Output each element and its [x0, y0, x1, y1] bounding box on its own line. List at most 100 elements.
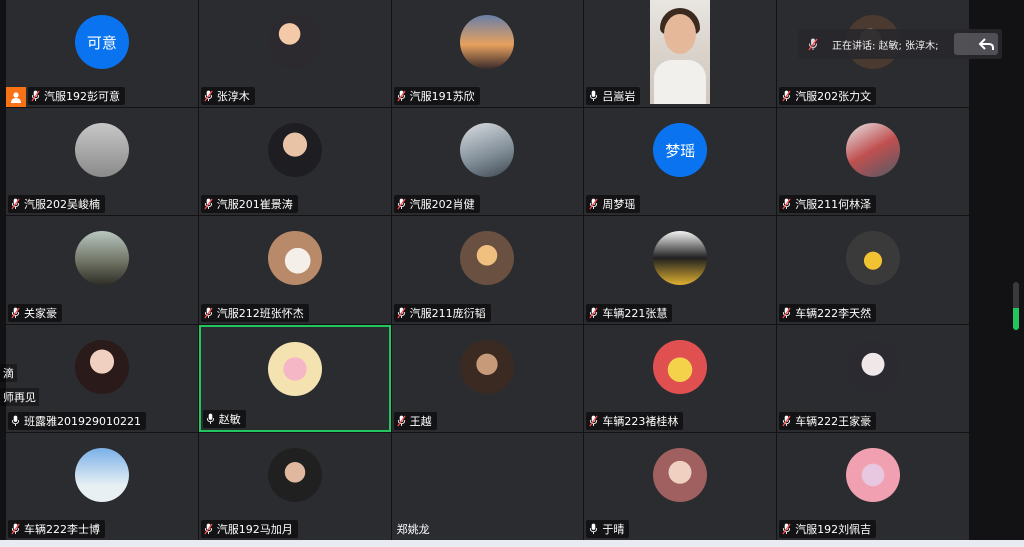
- participant-name: 车辆222李天然: [795, 306, 872, 320]
- speaking-indicator: 正在讲话: 赵敏; 张淳木;: [798, 29, 1002, 59]
- participant-name-bar: 汽服202张力文: [779, 87, 877, 106]
- participant-name-bar: 关家豪: [8, 303, 62, 322]
- participant-tile[interactable]: 汽服191苏欣: [391, 0, 584, 108]
- participant-tile[interactable]: 汽服192马加月: [198, 432, 391, 540]
- avatar: [846, 339, 901, 394]
- participant-name: 班露雅201929010221: [24, 414, 141, 428]
- avatar-photo: [460, 123, 515, 178]
- back-arrow-icon: [978, 38, 994, 50]
- participant-name-bar: 车辆222王家豪: [779, 411, 877, 430]
- participant-tile[interactable]: 汽服201崔景涛: [198, 108, 391, 216]
- participant-name-bar: 赵敏: [202, 409, 246, 428]
- speaking-panel-collapse-button[interactable]: [954, 33, 998, 55]
- mic-muted-icon: [204, 198, 213, 210]
- avatar-photo: [653, 231, 708, 286]
- avatar: [74, 123, 129, 178]
- mic-volume-slider[interactable]: [1013, 282, 1019, 330]
- avatar: [267, 231, 322, 286]
- avatar: [846, 447, 901, 502]
- avatar: [267, 447, 322, 502]
- participant-tile[interactable]: 可意 汽服192彭可意: [6, 0, 198, 108]
- participant-name: 车辆222王家豪: [795, 414, 872, 428]
- participant-name-bar: 车辆222李士博: [8, 519, 105, 538]
- participant-name-bar: 汽服212班张怀杰: [200, 303, 309, 322]
- mic-muted-icon: [782, 415, 791, 427]
- participant-video: [650, 0, 711, 104]
- participant-name: 汽服192刘佩吉: [795, 522, 872, 536]
- mic-muted-icon: [782, 523, 791, 535]
- mic-muted-icon: [204, 523, 213, 535]
- avatar: [74, 339, 129, 394]
- avatar: [267, 341, 322, 396]
- participant-tile[interactable]: 吕嵩岩: [584, 0, 777, 108]
- participant-tile[interactable]: 汽服212班张怀杰: [198, 216, 391, 324]
- participant-name: 周梦瑶: [602, 198, 636, 212]
- participant-name: 张淳木: [216, 90, 250, 104]
- participant-tile[interactable]: 郑姚龙: [391, 432, 584, 540]
- avatar-photo: [74, 339, 129, 394]
- participant-name: 车辆221张慧: [602, 306, 668, 320]
- speaking-text: 正在讲话: 赵敏; 张淳木;: [832, 40, 939, 52]
- participant-name-bar: 汽服202吴峻楠: [8, 195, 105, 214]
- participant-tile[interactable]: 汽服211何林泽: [777, 108, 969, 216]
- participant-tile[interactable]: 梦瑶周梦瑶: [584, 108, 777, 216]
- mic-muted-icon: [11, 307, 20, 318]
- mic-muted-icon: [589, 198, 599, 210]
- mic-icon: [206, 413, 214, 424]
- avatar-initials: 梦瑶: [665, 141, 696, 160]
- avatar: [460, 339, 515, 394]
- mic-muted-icon: [396, 415, 406, 427]
- participant-name: 关家豪: [24, 306, 57, 320]
- avatar-photo: [267, 123, 322, 178]
- mic-muted-icon: [11, 198, 20, 210]
- mic-muted-icon: [396, 198, 406, 210]
- participant-name-bar: 车辆222李天然: [779, 303, 877, 322]
- participant-tile[interactable]: 车辆221张慧: [584, 216, 777, 324]
- participant-name-bar: 吕嵩岩: [586, 87, 641, 106]
- participant-name: 王越: [409, 414, 432, 428]
- avatar-photo: [653, 339, 708, 394]
- mic-muted-icon: [808, 38, 818, 50]
- participant-name: 汽服202肖健: [409, 198, 475, 212]
- participant-name-bar: 汽服202肖健: [393, 195, 480, 214]
- chat-overlay-line: 师再见: [0, 388, 39, 406]
- avatar-photo: [74, 231, 129, 286]
- participant-grid: 可意 汽服192彭可意 张淳木 汽服191苏欣 吕嵩岩 汽服202张力文 汽服202吴峻楠汽…: [6, 0, 969, 540]
- participant-tile[interactable]: 汽服192刘佩吉: [777, 432, 969, 540]
- participant-name: 汽服202张力文: [795, 90, 872, 104]
- participant-tile[interactable]: 车辆222王家豪: [777, 324, 969, 432]
- participant-name-bar: 周梦瑶: [586, 195, 641, 214]
- mic-muted-icon: [31, 90, 40, 102]
- avatar: 梦瑶: [653, 123, 708, 178]
- mic-icon: [11, 415, 20, 426]
- mic-muted-icon: [11, 523, 20, 535]
- participant-tile[interactable]: 赵敏: [198, 324, 391, 432]
- avatar: [653, 231, 708, 286]
- participant-tile[interactable]: 王越: [391, 324, 584, 432]
- participant-name-bar: 汽服192刘佩吉: [779, 519, 877, 538]
- participant-tile[interactable]: 车辆222李士博: [6, 432, 198, 540]
- avatar-photo: [74, 447, 129, 502]
- mic-muted-icon: [396, 90, 406, 102]
- participant-tile[interactable]: 车辆222李天然: [777, 216, 969, 324]
- participant-tile[interactable]: 车辆223褚桂林: [584, 324, 777, 432]
- avatar: [460, 123, 515, 178]
- participant-tile[interactable]: 关家豪: [6, 216, 198, 324]
- participant-name-bar: 汽服211何林泽: [779, 195, 877, 214]
- avatar: [267, 123, 322, 178]
- participant-tile[interactable]: 班露雅201929010221: [6, 324, 198, 432]
- avatar-photo: [267, 15, 322, 69]
- participant-tile[interactable]: 汽服202肖健: [391, 108, 584, 216]
- participant-tile[interactable]: 于晴: [584, 432, 777, 540]
- participant-name: 汽服192马加月: [216, 522, 293, 536]
- participant-tile[interactable]: 汽服202吴峻楠: [6, 108, 198, 216]
- participant-tile[interactable]: 张淳木: [198, 0, 391, 108]
- avatar-photo: [74, 123, 129, 178]
- avatar: 可意: [74, 15, 129, 69]
- participant-tile[interactable]: 汽服211庞衍韬: [391, 216, 584, 324]
- mic-muted-icon: [782, 90, 791, 102]
- participant-name: 汽服211庞衍韬: [409, 306, 486, 320]
- avatar: [267, 15, 322, 69]
- avatar-photo: [460, 339, 515, 394]
- avatar: [74, 447, 129, 502]
